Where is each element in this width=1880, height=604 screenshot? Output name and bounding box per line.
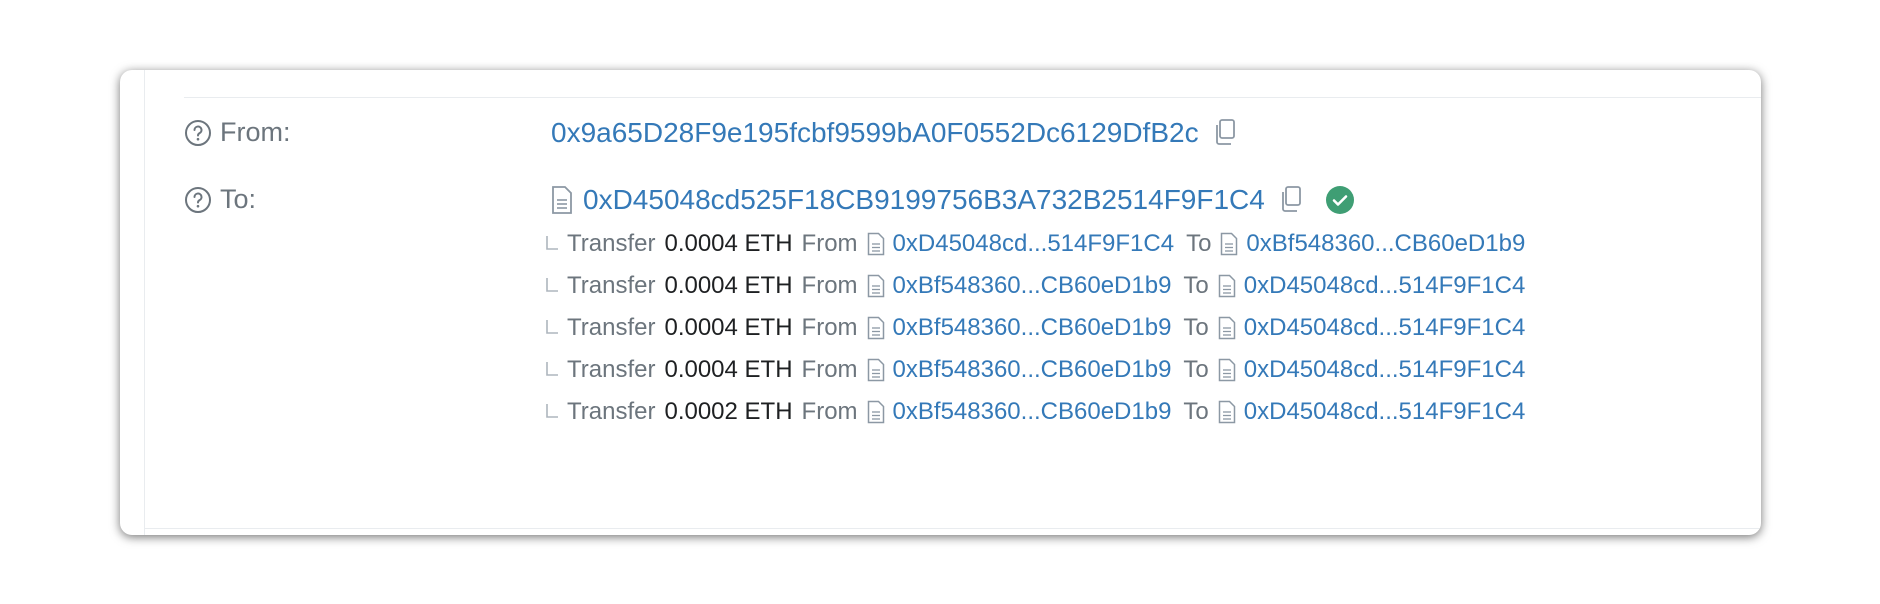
bottom-divider <box>144 528 1761 529</box>
copy-icon[interactable] <box>1211 117 1239 149</box>
transfer-to-keyword: To <box>1183 356 1209 383</box>
verified-check-icon <box>1325 186 1354 214</box>
contract-document-icon <box>867 358 884 382</box>
to-label: To: <box>220 184 257 214</box>
contract-document-icon <box>867 316 884 340</box>
transaction-details-card: From: 0x9a65D28F9e195fcbf9599bA0F0552Dc6… <box>120 70 1761 535</box>
from-label: From: <box>220 117 291 147</box>
transfer-from-address-link[interactable]: 0xBf548360...CB60eD1b9 <box>893 356 1172 384</box>
internal-transfers-list: Transfer 0.0004 ETH From 0xD45048cd...514F9… <box>543 223 1525 433</box>
contract-document-icon <box>867 274 884 298</box>
to-address-link[interactable]: 0xD45048cd525F18CB9199756B3A732B2514F9F1… <box>583 184 1265 216</box>
transfer-from-keyword: From <box>801 314 858 341</box>
contract-document-icon <box>1221 232 1238 256</box>
to-label-row: To: <box>184 184 256 215</box>
tree-elbow-icon <box>546 236 558 250</box>
transfer-action: Transfer <box>567 314 656 341</box>
transfer-row: Transfer 0.0002 ETH From 0xBf548360...CB60e… <box>543 391 1525 433</box>
tree-elbow-icon <box>546 362 558 376</box>
to-address-row: 0xD45048cd525F18CB9199756B3A732B2514F9F1… <box>551 184 1355 216</box>
transfer-to-keyword: To <box>1186 230 1212 257</box>
transfer-from-keyword: From <box>801 398 858 425</box>
transfer-amount: 0.0004 ETH <box>664 272 793 299</box>
transfer-row: Transfer 0.0004 ETH From 0xBf548360...CB60e… <box>543 265 1525 307</box>
transfer-amount: 0.0004 ETH <box>664 356 793 383</box>
from-address-link[interactable]: 0x9a65D28F9e195fcbf9599bA0F0552Dc6129DfB… <box>551 117 1199 149</box>
transfer-amount: 0.0002 ETH <box>664 398 793 425</box>
transfer-to-address-link[interactable]: 0xD45048cd...514F9F1C4 <box>1244 356 1526 384</box>
transfer-from-address-link[interactable]: 0xD45048cd...514F9F1C4 <box>893 230 1175 258</box>
transfer-from-keyword: From <box>801 356 858 383</box>
contract-document-icon <box>1218 358 1236 382</box>
transfer-row: Transfer 0.0004 ETH From 0xD45048cd...514F9… <box>543 223 1525 265</box>
question-circle-icon[interactable] <box>184 119 212 147</box>
transfer-from-address-link[interactable]: 0xBf548360...CB60eD1b9 <box>893 272 1172 300</box>
transfer-amount: 0.0004 ETH <box>664 230 793 257</box>
transfer-from-address-link[interactable]: 0xBf548360...CB60eD1b9 <box>893 398 1172 426</box>
transfer-to-address-link[interactable]: 0xD45048cd...514F9F1C4 <box>1244 272 1526 300</box>
contract-document-icon <box>1218 400 1236 424</box>
transfer-from-keyword: From <box>801 272 858 299</box>
transfer-to-address-link[interactable]: 0xBf548360...CB60eD1b9 <box>1246 230 1525 258</box>
top-divider <box>184 97 1761 98</box>
transfer-to-address-link[interactable]: 0xD45048cd...514F9F1C4 <box>1244 398 1526 426</box>
contract-document-icon <box>867 232 884 256</box>
question-circle-icon[interactable] <box>184 186 212 214</box>
transfer-to-keyword: To <box>1183 398 1209 425</box>
copy-icon[interactable] <box>1277 184 1305 216</box>
contract-document-icon <box>552 186 572 214</box>
transfer-to-keyword: To <box>1183 314 1209 341</box>
transfer-action: Transfer <box>567 272 656 299</box>
from-label-row: From: <box>184 117 291 148</box>
from-address-row: 0x9a65D28F9e195fcbf9599bA0F0552Dc6129DfB… <box>551 117 1239 149</box>
transfer-row: Transfer 0.0004 ETH From 0xBf548360...CB60e… <box>543 307 1525 349</box>
contract-document-icon <box>1218 316 1236 340</box>
transfer-from-address-link[interactable]: 0xBf548360...CB60eD1b9 <box>893 314 1172 342</box>
transfer-from-keyword: From <box>801 230 858 257</box>
tree-elbow-icon <box>546 278 558 292</box>
transfer-to-keyword: To <box>1183 272 1209 299</box>
contract-document-icon <box>1218 274 1236 298</box>
transfer-row: Transfer 0.0004 ETH From 0xBf548360...CB60e… <box>543 349 1525 391</box>
transfer-action: Transfer <box>567 356 656 383</box>
left-divider <box>144 70 145 535</box>
transfer-action: Transfer <box>567 398 656 425</box>
tree-elbow-icon <box>546 320 558 334</box>
transfer-to-address-link[interactable]: 0xD45048cd...514F9F1C4 <box>1244 314 1526 342</box>
tree-elbow-icon <box>546 404 558 418</box>
contract-document-icon <box>867 400 884 424</box>
transfer-action: Transfer <box>567 230 656 257</box>
transfer-amount: 0.0004 ETH <box>664 314 793 341</box>
